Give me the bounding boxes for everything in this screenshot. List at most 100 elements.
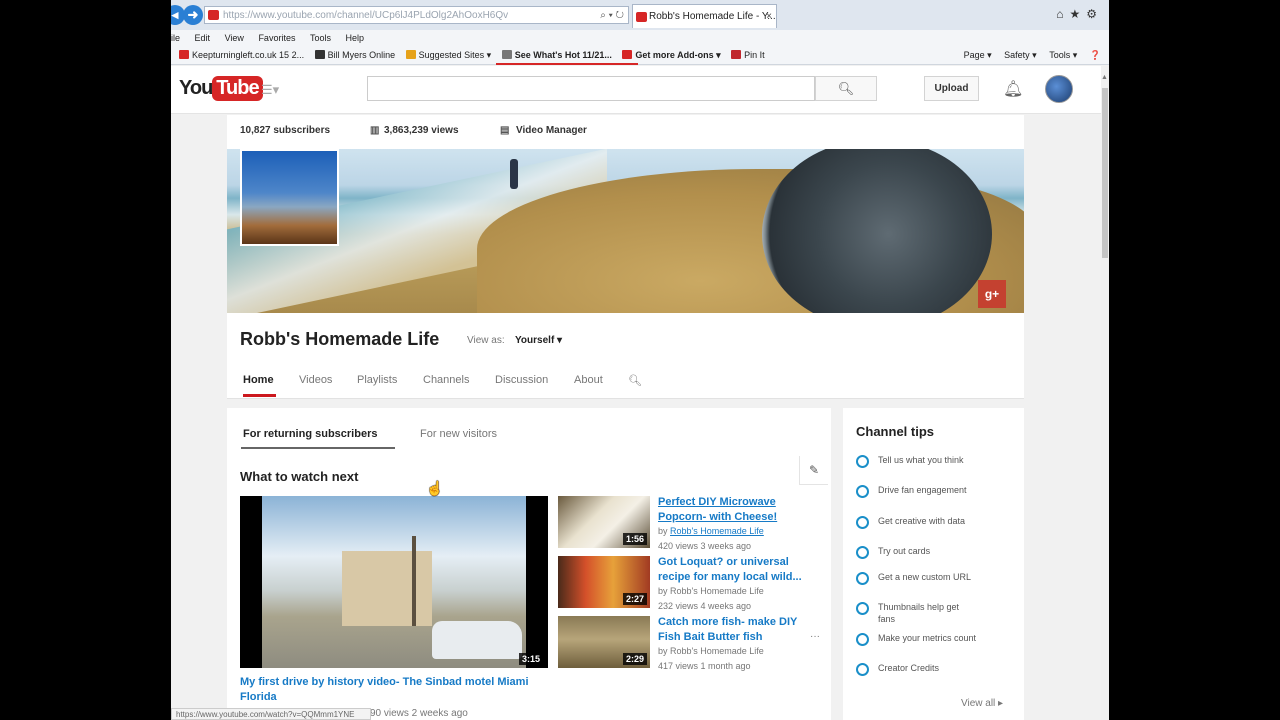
channel-name[interactable]: Robb's Homemade Life [670, 586, 764, 596]
command-safety[interactable]: Safety ▾ [1004, 50, 1037, 60]
command-tools[interactable]: Tools ▾ [1049, 50, 1077, 60]
search-icon: 🔍︎ [837, 81, 855, 96]
tab-about[interactable]: About [574, 374, 603, 386]
tab-home[interactable]: Home [243, 374, 274, 386]
video-list-item[interactable]: 1:56 Perfect DIY Microwave Popcorn- with… [558, 496, 820, 554]
channel-name[interactable]: Robb's Homemade Life [670, 646, 764, 656]
menu-view[interactable]: View [225, 30, 244, 46]
menu-tools[interactable]: Tools [310, 30, 331, 46]
video-byline: by Robb's Homemade Life [658, 586, 764, 596]
tab-channels[interactable]: Channels [423, 374, 469, 386]
tab-close-icon[interactable]: × [766, 5, 772, 28]
view-as-dropdown[interactable]: Yourself ▾ [515, 335, 562, 346]
main-content: For returning subscribers For new visito… [227, 408, 831, 720]
addons-icon [622, 50, 633, 59]
by-label: by [658, 586, 668, 596]
menu-file[interactable]: ile [171, 30, 180, 46]
favorite-link[interactable]: See What's Hot 11/21... [501, 46, 612, 64]
tip-ring-icon [856, 663, 869, 676]
tab-videos[interactable]: Videos [299, 374, 332, 386]
help-icon[interactable]: ❓ [1090, 50, 1101, 60]
scroll-up-icon[interactable]: ▲ [1101, 74, 1108, 81]
avatar[interactable] [1045, 75, 1073, 103]
favorite-link[interactable]: Bill Myers Online [314, 46, 395, 64]
tip-item[interactable]: Make your metrics count [856, 632, 1021, 660]
favorite-link[interactable]: Keepturningleft.co.uk 15 2... [179, 46, 304, 64]
menu-help[interactable]: Help [346, 30, 365, 46]
video-title[interactable]: Catch more fish- make DIY Fish Bait Butt… [658, 615, 820, 645]
command-page[interactable]: Page ▾ [964, 50, 992, 60]
favorite-link[interactable]: Suggested Sites ▾ [405, 46, 491, 64]
favorite-link[interactable]: Pin It [731, 46, 765, 64]
tab-new-visitors[interactable]: For new visitors [420, 428, 497, 440]
featured-thumbnail-image [262, 496, 526, 668]
mouse-cursor-icon: ☝ [426, 480, 444, 496]
video-thumbnail[interactable]: 2:27 [558, 556, 650, 608]
tip-label: Tell us what you think [878, 455, 964, 465]
more-options-icon[interactable]: ··· [810, 631, 820, 642]
by-label: by [658, 646, 668, 656]
channel-link[interactable]: Robb's Homemade Life [670, 526, 764, 536]
tip-item[interactable]: Tell us what you think [856, 454, 1021, 482]
google-plus-icon[interactable]: g+ [978, 280, 1006, 308]
channel-search-icon[interactable]: 🔍︎ [628, 374, 642, 387]
notifications-bell-icon[interactable]: 🔔︎ [1003, 79, 1023, 99]
search-button[interactable]: 🔍︎ [815, 76, 877, 101]
tip-ring-icon [856, 455, 869, 468]
tip-item[interactable]: Try out cards [856, 545, 1021, 573]
channel-header: Robb's Homemade Life View as: Yourself ▾… [227, 313, 1024, 399]
tab-returning-subscribers[interactable]: For returning subscribers [243, 428, 377, 440]
tip-ring-icon [856, 485, 869, 498]
home-star-gear-icons[interactable]: ⌂★⚙ [1056, 7, 1103, 21]
youtube-header: You Tube ☰▾ 🔍︎ Upload 🔔︎ [171, 66, 1101, 114]
tip-item[interactable]: Creator Credits [856, 662, 1021, 690]
view-count: 3,863,239 views [384, 125, 459, 136]
browser-tab[interactable]: Robb's Homemade Life - Y... × [632, 4, 777, 28]
command-bar: Page ▾ Safety ▾ Tools ▾ ❓ [954, 46, 1101, 64]
channel-icon[interactable] [240, 149, 339, 246]
video-list-item[interactable]: 2:27 Got Loquat? or universal recipe for… [558, 556, 820, 614]
tip-label: Make your metrics count [878, 633, 977, 643]
featured-video-meta: 90 views 2 weeks ago [370, 708, 468, 719]
tip-label: Creator Credits [878, 663, 940, 673]
menu-bar: ile Edit View Favorites Tools Help [171, 30, 1109, 46]
video-manager-link[interactable]: Video Manager [516, 125, 587, 136]
scrollbar[interactable]: ▲ [1101, 66, 1109, 720]
tip-item[interactable]: Thumbnails help get fans [856, 601, 1021, 629]
video-meta: 232 views 4 weeks ago [658, 601, 752, 611]
tab-playlists[interactable]: Playlists [357, 374, 397, 386]
favorite-link[interactable]: Get more Add-ons ▾ [622, 46, 721, 64]
video-manager-icon: ▤ [500, 125, 510, 136]
featured-video-title[interactable]: My first drive by history video- The Sin… [240, 675, 540, 705]
youtube-logo[interactable]: You Tube [179, 76, 263, 102]
video-thumbnail[interactable]: 1:56 [558, 496, 650, 548]
duration-badge: 2:29 [622, 653, 647, 665]
channel-stats-bar: 10,827 subscribers ▥ 3,863,239 views ▤ V… [227, 115, 1024, 149]
pinterest-icon [731, 50, 742, 59]
search-input[interactable] [367, 76, 815, 101]
site-icon [314, 50, 325, 59]
tip-ring-icon [856, 572, 869, 585]
video-thumbnail[interactable]: 2:29 [558, 616, 650, 668]
tip-label: Get a new custom URL [878, 572, 972, 582]
suggested-sites-icon [405, 50, 416, 59]
address-bar[interactable]: https://www.youtube.com/channel/UCp6lJ4P… [204, 6, 629, 24]
menu-edit[interactable]: Edit [195, 30, 211, 46]
tip-item[interactable]: Get creative with data [856, 515, 1021, 543]
video-title[interactable]: Got Loquat? or universal recipe for many… [658, 555, 820, 585]
tip-item[interactable]: Drive fan engagement [856, 484, 1021, 512]
tab-discussion[interactable]: Discussion [495, 374, 548, 386]
forward-icon[interactable]: ➜ [183, 5, 203, 25]
upload-button[interactable]: Upload [924, 76, 979, 101]
tip-item[interactable]: Get a new custom URL [856, 571, 1021, 599]
edit-pencil-icon[interactable]: ✎ [799, 456, 828, 485]
video-title[interactable]: Perfect DIY Microwave Popcorn- with Chee… [658, 495, 820, 525]
address-tools-icon[interactable]: ⌕ ▾ ↻ [600, 7, 624, 23]
menu-favorites[interactable]: Favorites [258, 30, 295, 46]
featured-video-thumbnail[interactable]: 3:15 [240, 496, 548, 668]
guide-menu-icon[interactable]: ☰▾ [261, 82, 279, 98]
video-list-item[interactable]: 2:29 Catch more fish- make DIY Fish Bait… [558, 616, 820, 674]
view-all-link[interactable]: View all ▸ [961, 698, 1003, 709]
scrollbar-thumb[interactable] [1102, 88, 1108, 258]
tip-label: Try out cards [878, 546, 931, 556]
